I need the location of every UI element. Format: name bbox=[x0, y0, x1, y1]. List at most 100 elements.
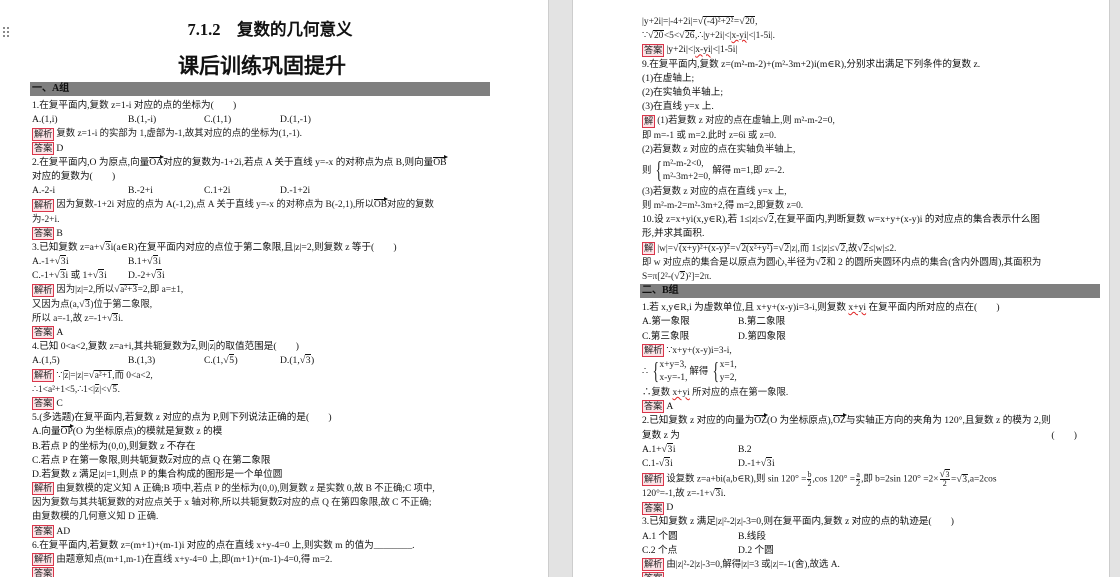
numerator: b bbox=[807, 471, 811, 479]
square-root: √a²+1 bbox=[89, 369, 113, 381]
question-line: 3.已知复数 z=a+√3i(a∈R)在复平面内对应的点位于第二象限,且|z|=… bbox=[32, 240, 548, 255]
square-root: √a²+3 bbox=[114, 284, 138, 296]
radicand: 20 bbox=[653, 30, 664, 42]
question-line: (3)在直线 y=x 上. bbox=[642, 100, 1109, 114]
text-run: 9.在复平面内,复数 z=(m²-m-2)+(m²-3m+2)i(m∈R),分别… bbox=[642, 58, 981, 70]
solution-line: 则{m²-m-2<0, m²-3m+2=0, 解得 m=1,即 z=-2. bbox=[642, 157, 1109, 185]
radicand: a²+1 bbox=[94, 369, 113, 381]
text-run: ) bbox=[234, 355, 238, 367]
question-line: 复数 z 为 ( ) bbox=[642, 429, 1109, 443]
text-run: y=2, bbox=[719, 372, 737, 383]
solution-line: ∴复数 x+yi 所对应的点在第一象限. bbox=[642, 386, 1109, 400]
text-run: A.-2-i bbox=[32, 185, 56, 197]
square-root: √5 bbox=[223, 354, 235, 367]
text-run: (O 为坐标原点), bbox=[767, 415, 834, 427]
label-badge: 解析 bbox=[32, 553, 55, 567]
system-rows: x=1, y=2, bbox=[720, 359, 737, 385]
radical-sign: √ bbox=[673, 242, 679, 254]
square-root: √3 bbox=[79, 298, 91, 310]
brace: { bbox=[652, 358, 659, 385]
radical-sign: √ bbox=[679, 30, 685, 42]
equation-system: {x+y=3, x-y=-1, bbox=[650, 358, 688, 386]
text-run: 由复数模的定义知 A 正确;B 项中,若点 P 的坐标为(0,0),则复数 z … bbox=[56, 484, 435, 495]
square-root: √3 bbox=[300, 354, 312, 367]
label-badge: 解 bbox=[642, 114, 656, 128]
text-run: 对应的点 Q 在第二象限 bbox=[172, 454, 271, 466]
text-run: 6.在复平面内,若复数 z=(m+1)+(m-1)i 对应的点在直线 x+y-4… bbox=[32, 539, 415, 551]
system-row: m²-3m+2=0, bbox=[663, 171, 711, 184]
text-run: <5< bbox=[663, 31, 680, 42]
question-line: 2.在复平面内,O 为原点,向量OA对应的复数为-1+2i,若点 A 关于直线 … bbox=[32, 154, 548, 170]
text-run: (O 为坐标原点)的模就是复数 z 的模 bbox=[72, 426, 223, 438]
text-run: C.(1, bbox=[204, 355, 224, 367]
label-badge: 解析 bbox=[32, 482, 55, 496]
text-run: 由复数模的几何意义知 D 正确. bbox=[32, 512, 159, 523]
option: A.(1,5) bbox=[32, 354, 128, 368]
text-run: (3)若复数 z 对应的点在直线 y=x 上, bbox=[642, 186, 787, 197]
solution-line: ∴{x+y=3, x-y=-1, 解得{x=1, y=2, bbox=[642, 358, 1109, 386]
text-run: A.向量 bbox=[32, 426, 61, 438]
solution-line: 解析 由题意知点(m+1,m-1)在直线 x+y-4=0 上,即(m+1)+(m-… bbox=[32, 553, 548, 567]
text-run: i(a∈R)在复平面内对应的点位于第二象限,且|z|=2,则复数 z 等于( ) bbox=[110, 241, 397, 253]
text-run: i. bbox=[118, 313, 124, 324]
option-row: C.第三象限 D.第四象限 bbox=[642, 330, 1109, 344]
option: A.-2-i bbox=[32, 184, 128, 198]
system-row: m²-m-2<0, bbox=[663, 158, 711, 171]
answer-line: 答案 |y+2i|<|x-yi|<|1-5i| bbox=[642, 43, 1109, 57]
square-root: √3 bbox=[55, 255, 67, 268]
label-badge: 解析 bbox=[32, 283, 55, 297]
option-row: A.-1+√3i B.1+√3i bbox=[32, 255, 548, 269]
text-run: A.第一象限 bbox=[642, 316, 690, 328]
system-rows: m²-m-2<0, m²-3m+2=0, bbox=[663, 158, 711, 184]
solution-line: ∴1<a²+1<5,∴1<|z|<√5. bbox=[32, 383, 548, 397]
square-root: √3 bbox=[662, 442, 673, 455]
solution-line: |y+2i|=|-4+2i|=√(-4)²+2²=√20, bbox=[642, 15, 1109, 29]
text-run: 则 m²-m-2=m²-3m+2,得 m=2,即复数 z=0. bbox=[642, 201, 804, 212]
text-run: D bbox=[666, 502, 674, 514]
solution-line: ∵√20<5<√26,∴|y+2i|<|x-yi|<|1-5i|. bbox=[642, 29, 1109, 43]
radical-sign: √ bbox=[674, 271, 680, 282]
square-root: √3 bbox=[107, 312, 119, 324]
option: B.(1,-i) bbox=[128, 113, 204, 127]
square-root: √2(x²+y²) bbox=[735, 242, 774, 254]
square-root: √2 bbox=[763, 213, 775, 226]
text-run: i bbox=[672, 443, 676, 455]
text-run: x-y=-1, bbox=[659, 372, 688, 383]
square-root: √3 bbox=[54, 269, 66, 282]
text-run: i bbox=[670, 457, 673, 469]
text-run: )²]=2π. bbox=[685, 272, 712, 282]
question-line: (1)在虚轴上; bbox=[642, 72, 1109, 86]
label-badge: 答案 bbox=[642, 400, 665, 414]
square-root: √2 bbox=[674, 271, 686, 282]
radical-sign: √ bbox=[114, 284, 120, 296]
square-root: √3 bbox=[93, 269, 105, 282]
text-run: ,故 bbox=[845, 243, 858, 254]
text-run: 所以 a=-1,故 z=-1+ bbox=[32, 313, 107, 324]
section-header: 一、A组 bbox=[30, 82, 490, 96]
system-row: x-y=-1, bbox=[660, 372, 688, 385]
text-run: . bbox=[117, 384, 120, 395]
text-run: (2)若复数 z 对应的点在实轴负半轴上, bbox=[642, 144, 796, 155]
text-run: 2.已知复数 z 对应的向量为 bbox=[642, 415, 755, 427]
text-run: C.2 个点 bbox=[642, 544, 678, 556]
label-badge: 答案 bbox=[32, 326, 55, 340]
text-run: ,则| bbox=[195, 341, 210, 353]
label-badge: 答案 bbox=[32, 226, 55, 240]
text-run: 因为|z|=2,所以 bbox=[56, 285, 115, 296]
question-line: 1.在复平面内,复数 z=1-i 对应的点的坐标为( ) bbox=[32, 99, 548, 113]
text-run: B.若点 P 的坐标为(0,0),则复数 z 不存在 bbox=[32, 440, 196, 452]
text-run: 对应的复数为( ) bbox=[32, 170, 116, 182]
answer-line: 答案 AD bbox=[32, 524, 548, 539]
label-badge: 解析 bbox=[32, 198, 55, 212]
text-run: (1)若复数 z 对应的点在虚轴上,则 m²-m-2=0, bbox=[657, 116, 835, 127]
radicand: (x+y)²+(x-y)² bbox=[678, 242, 731, 254]
text-run: C.1+2i bbox=[204, 185, 231, 197]
text-run: D.-1+2i bbox=[280, 185, 311, 197]
answer-line: 答案 bbox=[32, 567, 548, 577]
square-root: √2 bbox=[834, 242, 846, 254]
option: D.-1+√3i bbox=[738, 456, 1109, 471]
text-run: B.(1,3) bbox=[128, 355, 156, 367]
question-line: 9.在复平面内,复数 z=(m²-m-2)+(m²-3m+2)i(m∈R),分别… bbox=[642, 58, 1109, 72]
numerator: √3 bbox=[940, 469, 951, 480]
question-line: 对应的复数为( ) bbox=[32, 170, 548, 184]
